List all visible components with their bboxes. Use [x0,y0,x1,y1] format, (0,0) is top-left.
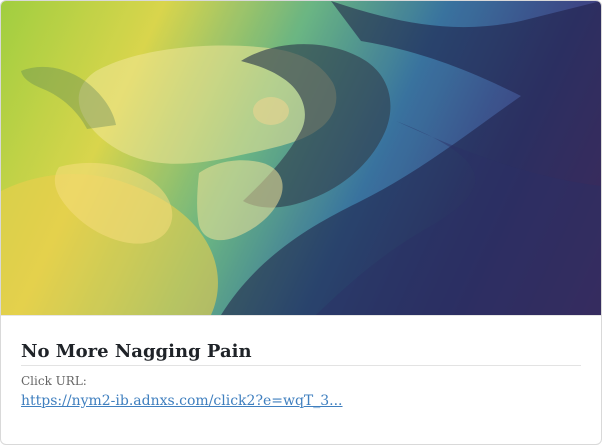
hero-image[interactable] [1,1,601,315]
massage-therapy-image-icon [1,1,601,315]
ad-title: No More Nagging Pain [21,339,581,366]
ad-card: No More Nagging Pain Click URL: https://… [0,0,602,445]
section-divider [1,315,601,316]
click-url-label: Click URL: [21,374,87,388]
click-url-link[interactable]: https://nym2-ib.adnxs.com/click2?e=wqT_3… [21,391,343,411]
